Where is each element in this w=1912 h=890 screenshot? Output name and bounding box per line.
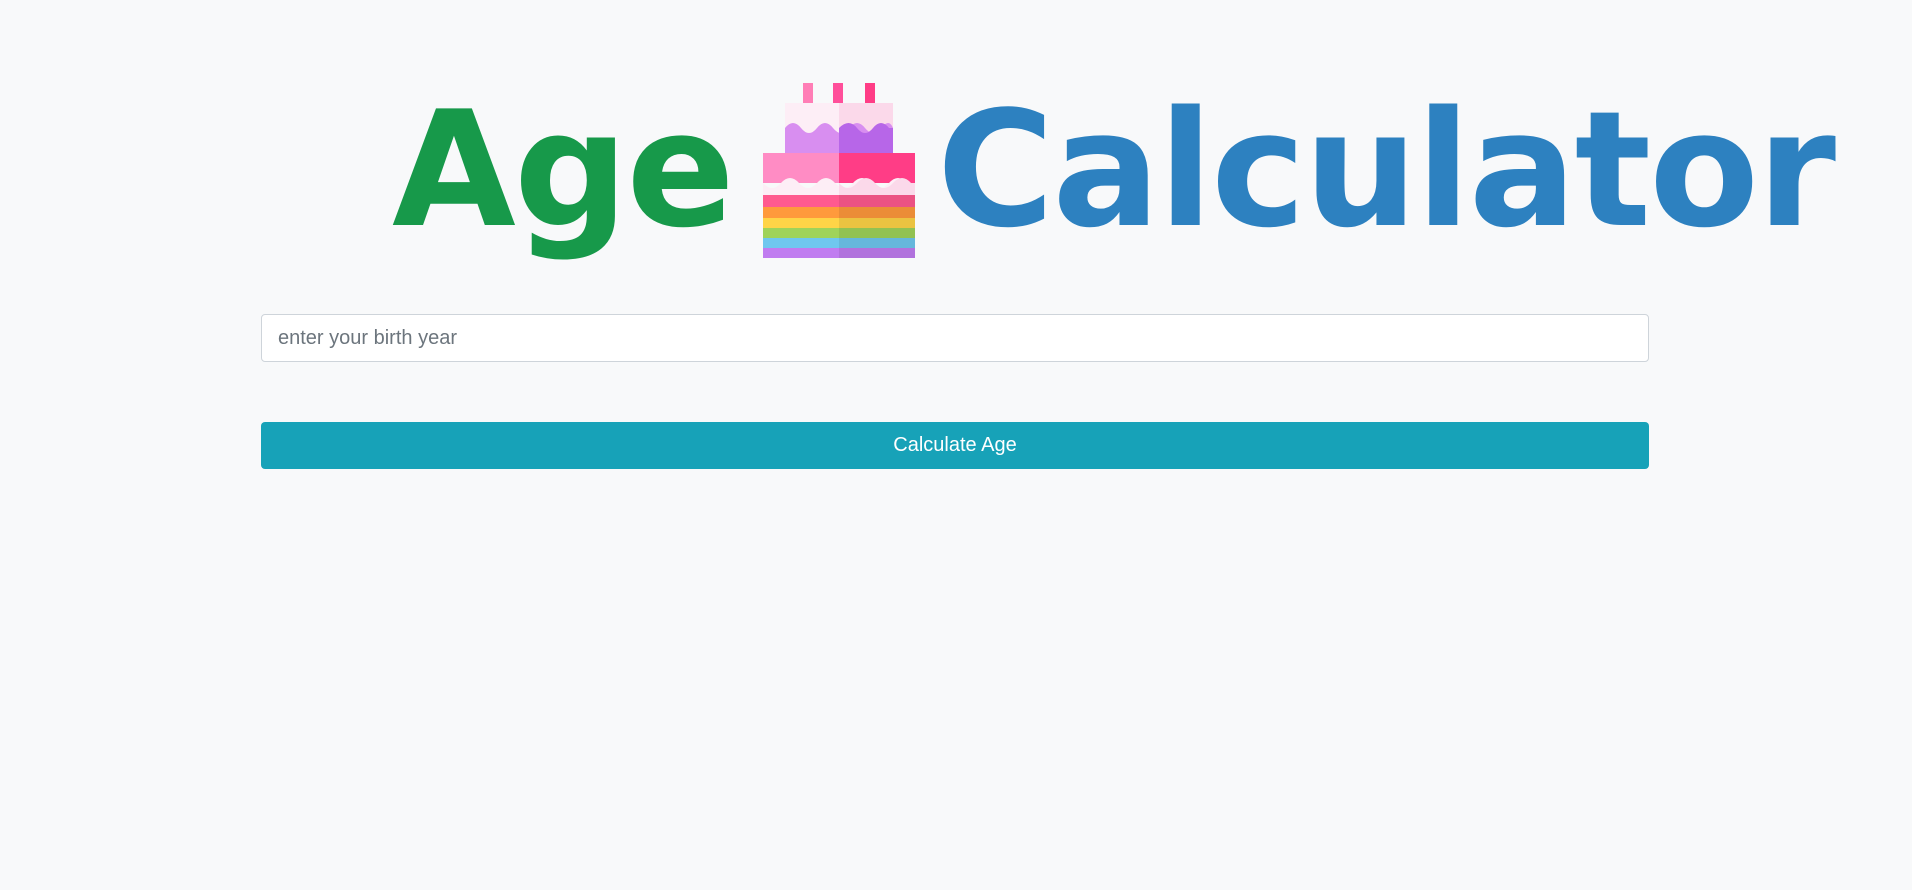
birth-year-input[interactable] <box>261 314 1649 362</box>
app-logo: Age Calculator <box>392 76 1836 263</box>
logo-word-calculator: Calculator <box>936 76 1836 263</box>
age-calculator-page: Age Calculator Calcu <box>0 0 1912 890</box>
calculate-age-button[interactable]: Calculate Age <box>261 422 1649 469</box>
logo-word-age: Age <box>392 76 735 263</box>
birthday-cake-icon <box>762 82 915 258</box>
